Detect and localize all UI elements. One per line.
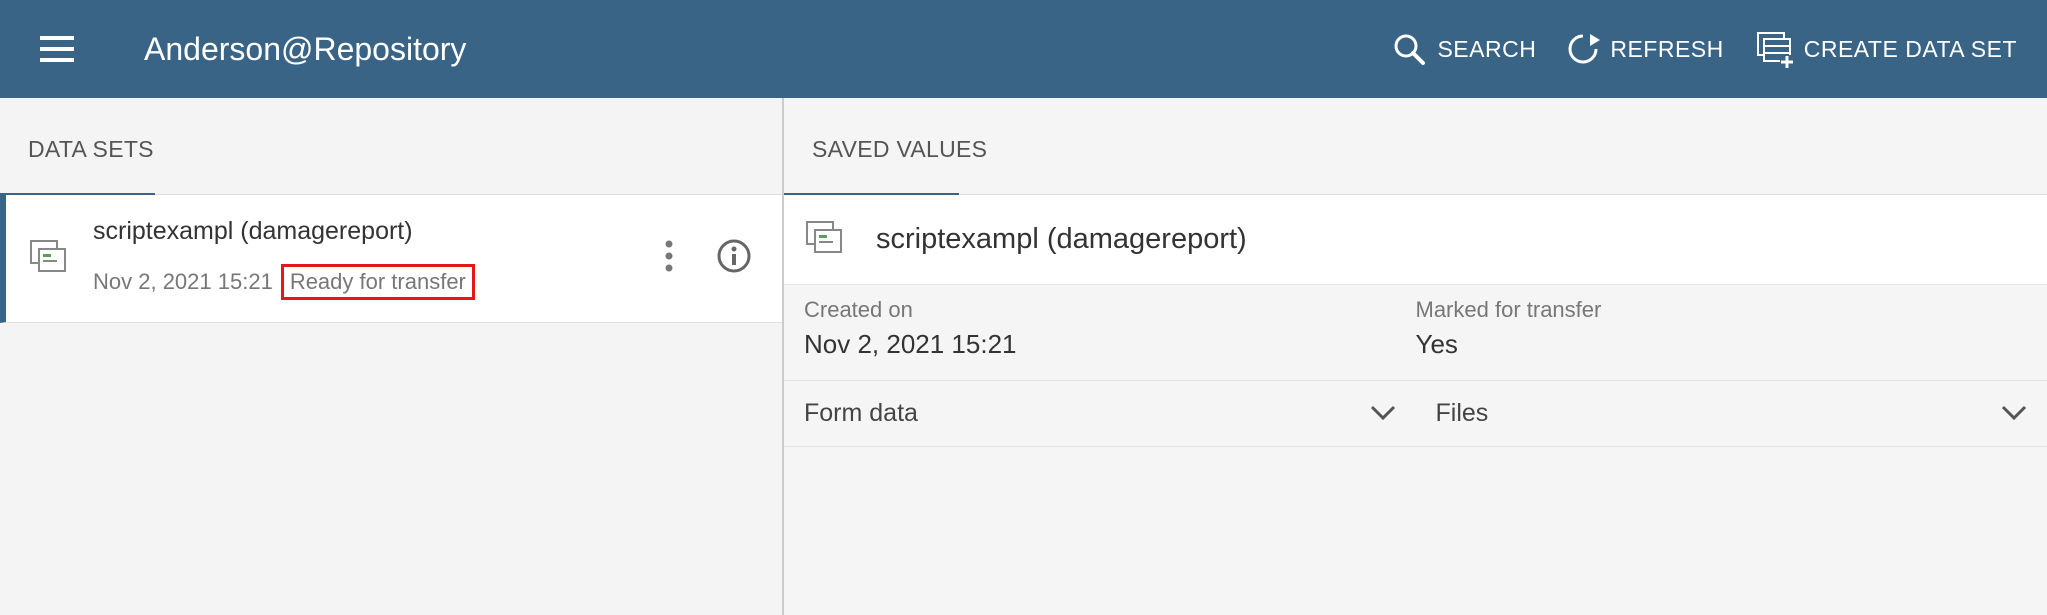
files-expander[interactable]: Files [1436,399,2028,428]
search-button[interactable]: SEARCH [1391,31,1536,67]
created-on-value: Nov 2, 2021 15:21 [804,329,1416,360]
datasets-panel: DATA SETS scriptexampl (damagereport) No… [0,98,784,615]
dataset-list-item[interactable]: scriptexampl (damagereport) Nov 2, 2021 … [0,195,782,323]
marked-transfer-col: Marked for transfer Yes [1416,297,2028,360]
files-label: Files [1436,399,1489,428]
search-icon [1391,31,1427,67]
dataset-title: scriptexampl (damagereport) [93,217,639,246]
form-data-label: Form data [804,399,918,428]
expand-row: Form data Files [784,381,2047,447]
chevron-down-icon [1370,399,1396,428]
more-options-button[interactable] [664,239,674,278]
created-on-label: Created on [804,297,1416,323]
dataset-status: Ready for transfer [281,264,475,300]
search-label: SEARCH [1437,36,1536,63]
saved-values-heading: SAVED VALUES [784,98,2047,193]
created-on-col: Created on Nov 2, 2021 15:21 [804,297,1416,360]
create-dataset-icon [1754,29,1794,69]
dataset-icon [28,236,68,281]
refresh-button[interactable]: REFRESH [1566,32,1723,66]
dataset-detail-icon [804,217,844,262]
dataset-actions [664,238,752,279]
dataset-meta: Nov 2, 2021 15:21 Ready for transfer [93,264,639,300]
form-data-expander[interactable]: Form data [804,399,1436,428]
details-header: scriptexampl (damagereport) [784,195,2047,285]
page-title: Anderson@Repository [144,31,1391,68]
info-button[interactable] [716,238,752,279]
hamburger-menu-button[interactable] [40,36,74,62]
chevron-down-icon [2001,399,2027,428]
saved-values-panel: SAVED VALUES scriptexampl (damagereport)… [784,98,2047,615]
create-label: CREATE DATA SET [1804,36,2017,63]
refresh-icon [1566,32,1600,66]
marked-transfer-value: Yes [1416,329,2028,360]
details-title: scriptexampl (damagereport) [876,223,1247,256]
app-header: Anderson@Repository SEARCH REFRESH [0,0,2047,98]
main-content: DATA SETS scriptexampl (damagereport) No… [0,98,2047,615]
dataset-timestamp: Nov 2, 2021 15:21 [93,269,273,295]
datasets-heading: DATA SETS [0,98,782,193]
create-dataset-button[interactable]: CREATE DATA SET [1754,29,2017,69]
dataset-body: scriptexampl (damagereport) Nov 2, 2021 … [93,217,639,300]
header-actions: SEARCH REFRESH CREATE DATA SET [1391,29,2017,69]
details-meta-row: Created on Nov 2, 2021 15:21 Marked for … [784,285,2047,381]
marked-transfer-label: Marked for transfer [1416,297,2028,323]
refresh-label: REFRESH [1610,36,1723,63]
